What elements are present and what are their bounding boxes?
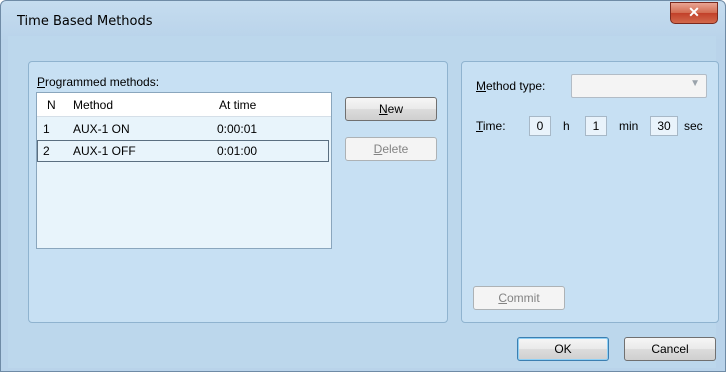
method-type-select[interactable]: ▼ bbox=[571, 74, 707, 98]
method-editor-group bbox=[461, 61, 719, 323]
list-header: N Method At time bbox=[37, 93, 331, 117]
list-item-selected[interactable]: 2 AUX-1 OFF 0:01:00 bbox=[37, 140, 329, 162]
ok-button[interactable]: OK bbox=[517, 337, 609, 361]
method-type-mnemonic: M bbox=[476, 79, 486, 93]
methods-list[interactable]: N Method At time 1 AUX-1 ON 0:00:01 2 AU… bbox=[36, 92, 332, 249]
minutes-unit: min bbox=[619, 119, 639, 133]
hours-input[interactable]: 0 bbox=[529, 116, 551, 136]
method-type-label: Method type: bbox=[476, 79, 545, 93]
hours-unit: h bbox=[563, 119, 570, 133]
commit-button[interactable]: Commit bbox=[473, 286, 565, 310]
chevron-down-icon: ▼ bbox=[690, 78, 700, 89]
column-header-n[interactable]: N bbox=[47, 98, 56, 112]
programmed-methods-label: Programmed methods: bbox=[37, 75, 160, 89]
programmed-methods-label-rest: rogrammed methods: bbox=[45, 75, 160, 89]
time-label-rest: ime: bbox=[482, 119, 506, 133]
delete-button-mnemonic: D bbox=[373, 142, 383, 156]
delete-button-rest: elete bbox=[382, 142, 409, 156]
row-n: 2 bbox=[43, 144, 50, 158]
new-button-rest: ew bbox=[387, 102, 403, 116]
row-time: 0:00:01 bbox=[217, 122, 258, 136]
column-header-method[interactable]: Method bbox=[73, 98, 113, 112]
minutes-input[interactable]: 1 bbox=[585, 116, 607, 136]
window-title: Time Based Methods bbox=[17, 14, 153, 29]
row-time: 0:01:00 bbox=[217, 144, 258, 158]
title-bar[interactable]: Time Based Methods ✕ bbox=[1, 1, 725, 37]
cancel-button[interactable]: Cancel bbox=[624, 337, 716, 361]
time-label: Time: bbox=[476, 119, 506, 133]
seconds-input[interactable]: 30 bbox=[650, 116, 678, 136]
row-method: AUX-1 OFF bbox=[73, 144, 136, 158]
new-button[interactable]: New bbox=[345, 97, 437, 121]
commit-button-rest: ommit bbox=[507, 291, 540, 305]
close-button[interactable]: ✕ bbox=[670, 2, 718, 24]
row-n: 1 bbox=[43, 122, 50, 136]
commit-button-mnemonic: C bbox=[498, 291, 507, 305]
column-header-at-time[interactable]: At time bbox=[219, 98, 256, 112]
method-type-label-rest: ethod type: bbox=[486, 79, 546, 93]
delete-button[interactable]: Delete bbox=[345, 137, 437, 161]
list-item[interactable]: 1 AUX-1 ON 0:00:01 bbox=[37, 118, 329, 140]
row-method: AUX-1 ON bbox=[73, 122, 130, 136]
close-icon: ✕ bbox=[688, 4, 700, 20]
time-mnemonic: T bbox=[476, 119, 483, 133]
new-button-mnemonic: N bbox=[378, 102, 388, 116]
seconds-unit: sec bbox=[684, 119, 703, 133]
